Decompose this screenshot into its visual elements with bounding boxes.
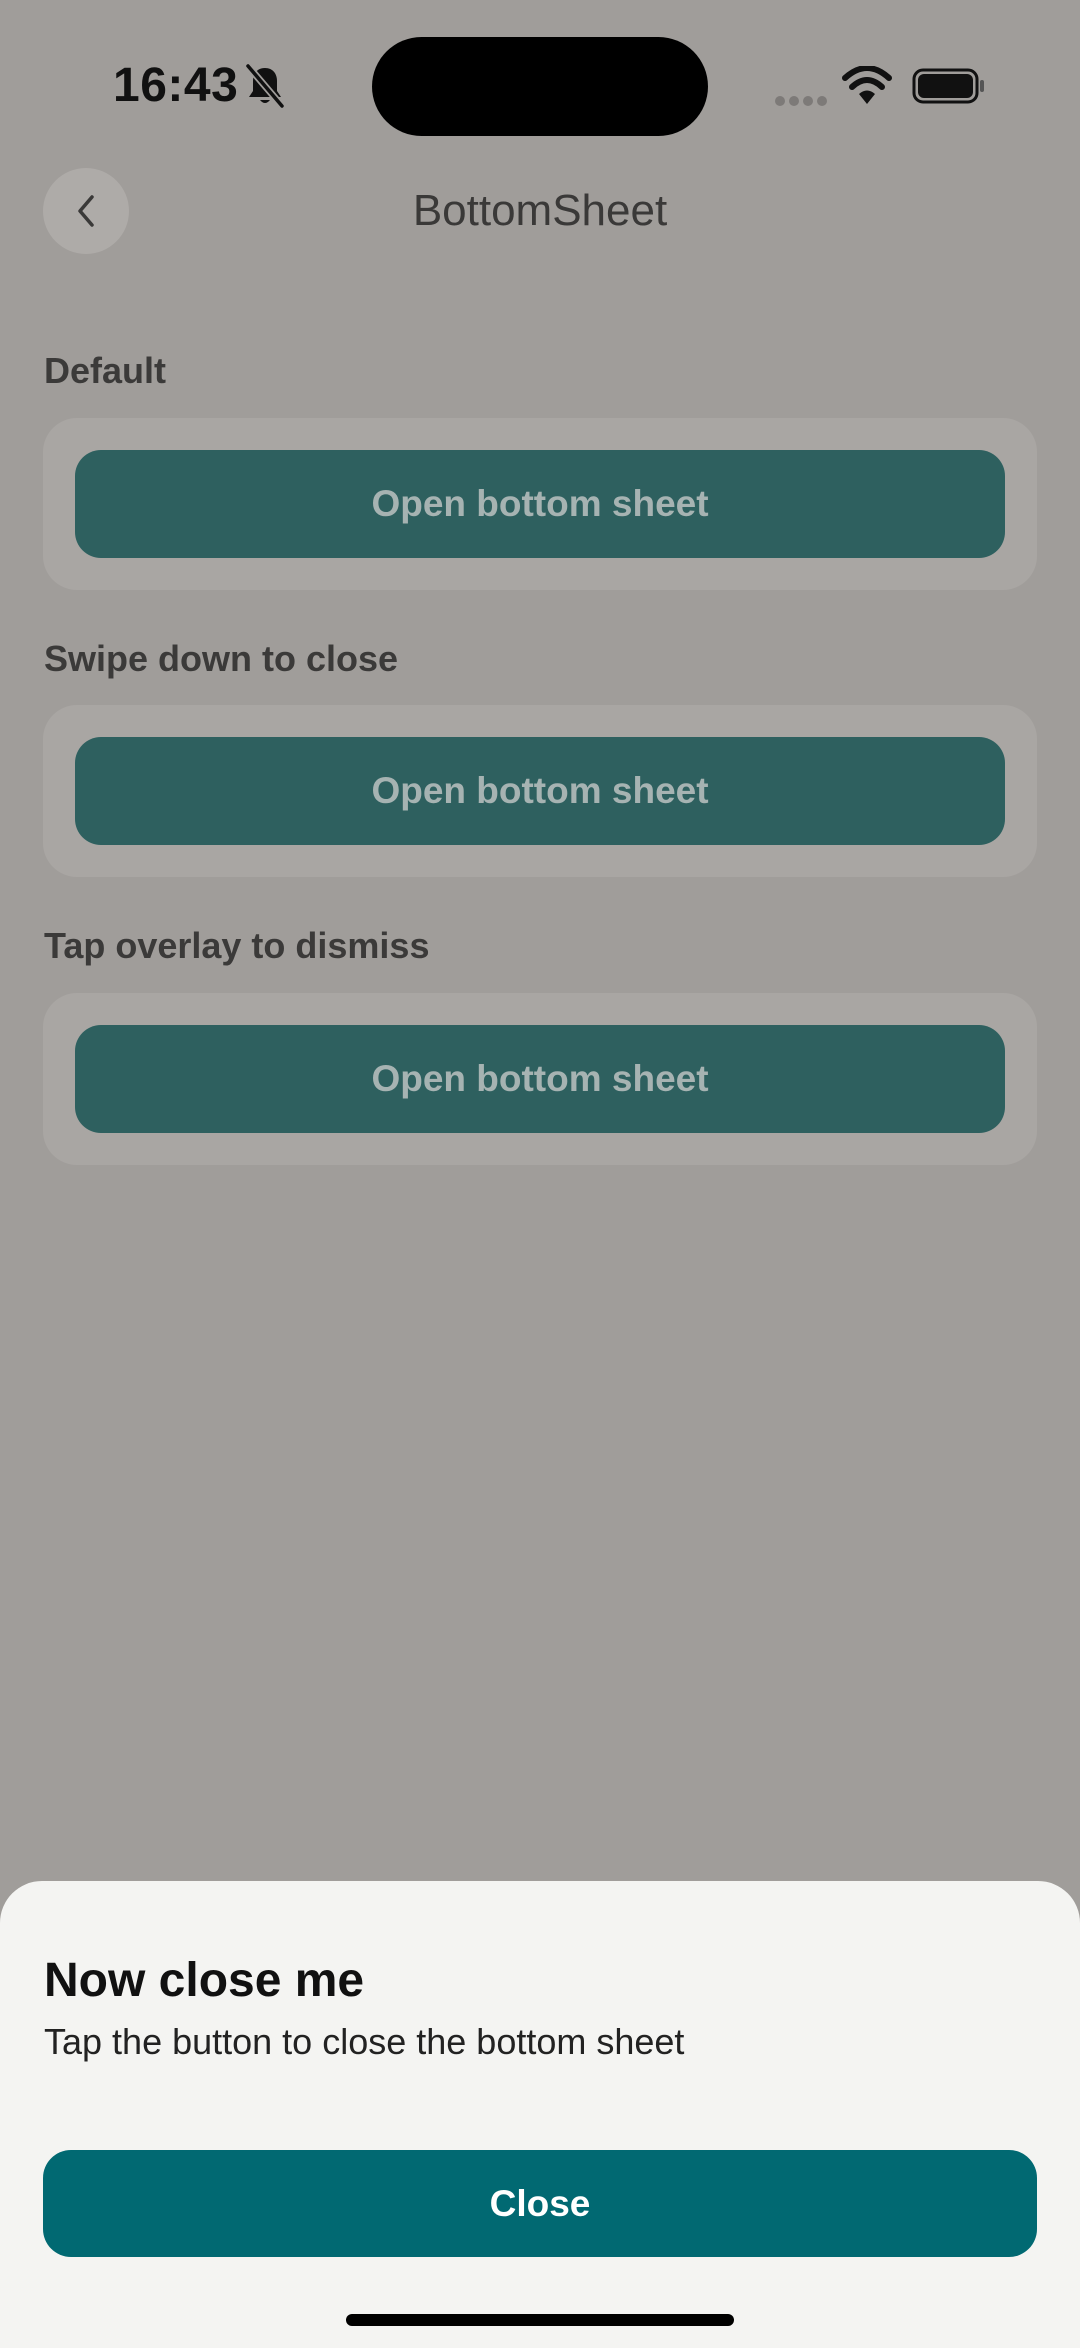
status-time: 16:43 <box>113 59 239 112</box>
section-label-tap-overlay: Tap overlay to dismiss <box>44 925 430 966</box>
nav-header: BottomSheet <box>0 168 1080 258</box>
open-bottom-sheet-button[interactable]: Open bottom sheet <box>75 450 1005 558</box>
open-bottom-sheet-button[interactable]: Open bottom sheet <box>75 1025 1005 1133</box>
section-label-swipe: Swipe down to close <box>44 638 399 679</box>
section-card-tap-overlay: Open bottom sheet <box>43 993 1037 1165</box>
dynamic-island <box>372 37 708 136</box>
home-indicator[interactable] <box>346 2314 734 2326</box>
bell-slash-icon <box>244 62 286 110</box>
bottom-sheet: Now close me Tap the button to close the… <box>0 1881 1080 2348</box>
open-bottom-sheet-button[interactable]: Open bottom sheet <box>75 737 1005 845</box>
battery-icon <box>912 68 986 104</box>
section-card-swipe: Open bottom sheet <box>43 705 1037 877</box>
status-bar: 16:43 <box>0 0 1080 170</box>
close-button[interactable]: Close <box>43 2150 1037 2257</box>
section-label-default: Default <box>44 350 167 391</box>
sheet-title: Now close me <box>44 1954 365 2007</box>
sheet-subtitle: Tap the button to close the bottom sheet <box>44 2021 685 2062</box>
signal-dots-icon <box>774 94 828 106</box>
wifi-icon <box>842 65 892 106</box>
section-card-default: Open bottom sheet <box>43 418 1037 590</box>
page-title: BottomSheet <box>412 186 668 235</box>
